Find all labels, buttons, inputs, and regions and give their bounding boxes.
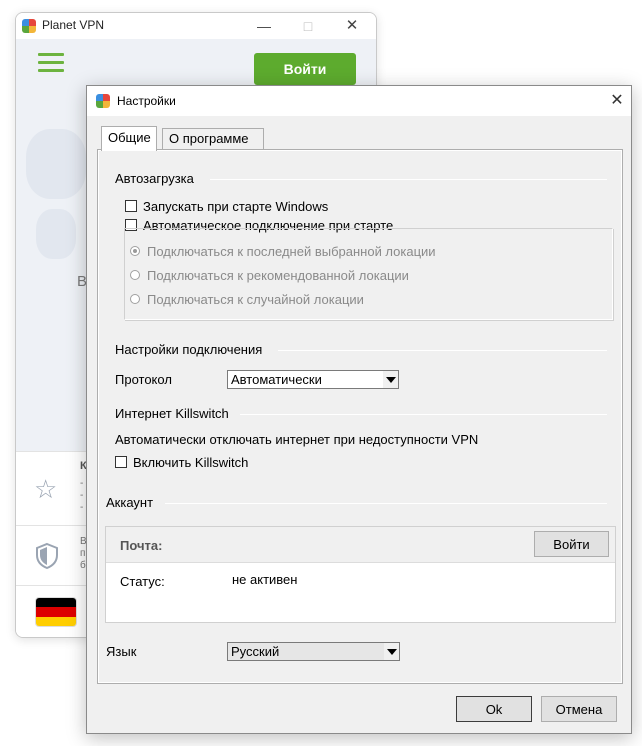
shield-icon bbox=[34, 542, 64, 572]
account-login-button[interactable]: Войти bbox=[534, 531, 609, 557]
main-titlebar: Planet VPN — □ ✕ bbox=[16, 13, 376, 39]
settings-dialog: Настройки ✕ Общие О программе Автозагруз… bbox=[86, 85, 632, 734]
enable-killswitch-checkbox[interactable] bbox=[115, 456, 127, 468]
radio-last-location bbox=[130, 246, 140, 256]
main-window-title: Planet VPN bbox=[42, 18, 105, 32]
killswitch-description: Автоматически отключать интернет при нед… bbox=[115, 432, 479, 447]
language-select[interactable]: Русский bbox=[227, 642, 400, 661]
minimize-icon[interactable]: — bbox=[254, 16, 274, 36]
cancel-button[interactable]: Отмена bbox=[541, 696, 617, 722]
account-panel: Почта: Войти Статус: не активен bbox=[105, 526, 616, 623]
ok-button[interactable]: Ok bbox=[456, 696, 532, 722]
language-label: Язык bbox=[106, 644, 137, 659]
autoload-heading: Автозагрузка bbox=[115, 171, 194, 186]
radio-recommended-location bbox=[130, 270, 140, 280]
email-label: Почта: bbox=[120, 538, 163, 553]
status-label: Статус: bbox=[120, 574, 165, 589]
planet-vpn-logo-icon bbox=[22, 19, 36, 33]
group-divider bbox=[240, 414, 607, 415]
main-login-button[interactable]: Войти bbox=[254, 53, 356, 85]
close-icon[interactable]: ✕ bbox=[605, 90, 629, 112]
radio-random-location bbox=[130, 294, 140, 304]
group-divider bbox=[165, 503, 607, 504]
star-icon: ☆ bbox=[34, 474, 58, 504]
tab-general[interactable]: Общие bbox=[101, 126, 157, 151]
chevron-down-icon bbox=[384, 643, 399, 660]
dialog-titlebar: Настройки ✕ bbox=[87, 86, 631, 116]
radio-random-location-label: Подключаться к случайной локации bbox=[147, 292, 364, 307]
list-item-text: --- bbox=[80, 478, 84, 513]
status-value: не активен bbox=[232, 572, 298, 587]
protocol-select[interactable]: Автоматически bbox=[227, 370, 399, 389]
tab-about[interactable]: О программе bbox=[162, 128, 264, 150]
menu-icon[interactable] bbox=[38, 53, 64, 73]
map-decoration bbox=[26, 129, 86, 199]
protocol-label: Протокол bbox=[115, 372, 172, 387]
radio-last-location-label: Подключаться к последней выбранной локац… bbox=[147, 244, 436, 259]
close-icon[interactable]: ✕ bbox=[342, 16, 362, 36]
killswitch-heading: Интернет Killswitch bbox=[115, 406, 229, 421]
chevron-down-icon bbox=[383, 371, 398, 388]
language-select-value: Русский bbox=[231, 644, 280, 659]
enable-killswitch-label: Включить Killswitch bbox=[133, 455, 249, 470]
dialog-title: Настройки bbox=[117, 94, 176, 108]
start-with-windows-checkbox[interactable] bbox=[125, 200, 137, 212]
protocol-select-value: Автоматически bbox=[231, 372, 322, 387]
planet-vpn-logo-icon bbox=[96, 94, 110, 108]
germany-flag-icon bbox=[36, 598, 76, 626]
account-panel-header: Почта: Войти bbox=[106, 527, 615, 563]
account-heading: Аккаунт bbox=[106, 495, 154, 510]
maximize-icon[interactable]: □ bbox=[298, 16, 318, 36]
general-tab-panel: Автозагрузка Запускать при старте Window… bbox=[97, 149, 623, 684]
group-divider bbox=[278, 350, 607, 351]
group-divider bbox=[210, 179, 607, 180]
map-decoration bbox=[36, 209, 76, 259]
start-with-windows-label: Запускать при старте Windows bbox=[143, 199, 329, 214]
radio-recommended-location-label: Подключаться к рекомендованной локации bbox=[147, 268, 409, 283]
connection-heading: Настройки подключения bbox=[115, 342, 263, 357]
